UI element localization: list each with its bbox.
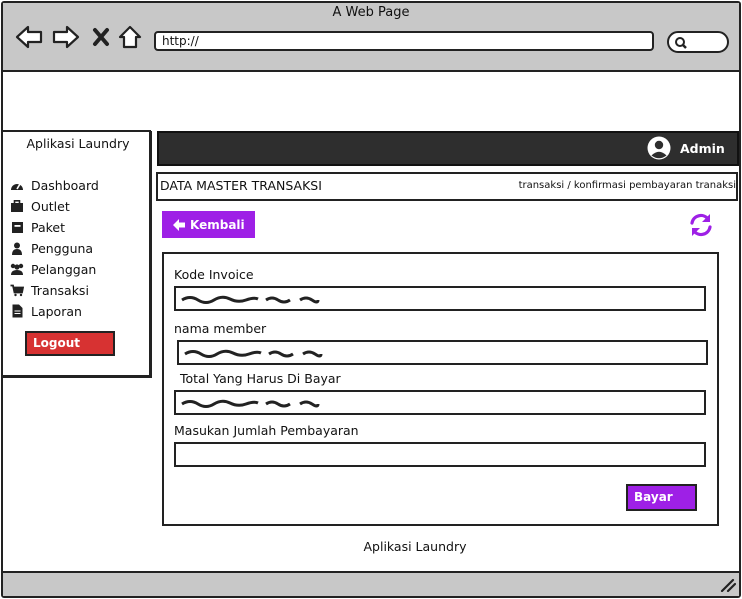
url-input[interactable]: http:// xyxy=(154,31,654,51)
sidebar-item-outlet[interactable]: Outlet xyxy=(9,196,70,216)
sidebar-item-label: Pengguna xyxy=(31,240,94,256)
search-icon xyxy=(674,35,688,54)
home-icon[interactable] xyxy=(117,22,143,52)
pay-button[interactable]: Bayar xyxy=(626,484,697,511)
package-icon xyxy=(9,220,25,234)
sidebar-title: Aplikasi Laundry xyxy=(26,136,130,151)
cart-icon xyxy=(9,283,25,297)
sidebar-item-label: Pelanggan xyxy=(31,261,97,277)
browser-search-field[interactable] xyxy=(667,31,729,53)
total-due-input[interactable] xyxy=(174,390,706,415)
sidebar-item-label: Paket xyxy=(31,219,66,235)
refresh-icon[interactable] xyxy=(688,212,714,238)
invoice-code-label: Kode Invoice xyxy=(174,267,254,282)
scribble-text xyxy=(184,349,323,358)
back-button-label: Kembali xyxy=(190,217,245,232)
sidebar-item-pengguna[interactable]: Pengguna xyxy=(9,238,93,258)
sidebar-item-label: Dashboard xyxy=(31,177,99,193)
breadcrumb: transaksi / konfirmasi pembayaran tranak… xyxy=(518,180,736,191)
window-title: A Web Page xyxy=(332,5,410,20)
sidebar-item-laporan[interactable]: Laporan xyxy=(9,301,82,321)
scribble-text xyxy=(181,295,320,304)
sidebar-item-transaksi[interactable]: Transaksi xyxy=(9,280,89,300)
member-name-label: nama member xyxy=(174,321,267,336)
sidebar-item-label: Outlet xyxy=(31,198,70,214)
sidebar-item-label: Laporan xyxy=(31,303,82,319)
admin-label: Admin xyxy=(680,140,725,156)
browser-status-bar xyxy=(3,571,739,596)
users-icon xyxy=(9,262,25,276)
back-button[interactable]: Kembali xyxy=(162,211,255,238)
sidebar-item-pelanggan[interactable]: Pelanggan xyxy=(9,259,96,279)
forward-arrow-icon[interactable] xyxy=(51,22,81,52)
avatar-icon xyxy=(647,136,671,160)
document-icon xyxy=(9,304,25,318)
sidebar-item-label: Transaksi xyxy=(31,282,89,298)
page-title: DATA MASTER TRANSAKSI xyxy=(160,178,322,193)
resize-grip-icon[interactable] xyxy=(720,577,737,593)
sidebar-item-dashboard[interactable]: Dashboard xyxy=(9,175,99,195)
total-due-label: Total Yang Harus Di Bayar xyxy=(180,371,341,386)
invoice-code-input[interactable] xyxy=(174,286,706,311)
sidebar-item-paket[interactable]: Paket xyxy=(9,217,65,237)
briefcase-icon xyxy=(9,199,25,213)
arrow-left-icon xyxy=(173,218,185,231)
close-icon[interactable] xyxy=(90,22,112,52)
user-icon xyxy=(9,241,25,255)
payment-amount-label: Masukan Jumlah Pembayaran xyxy=(174,423,359,438)
footer-text: Aplikasi Laundry xyxy=(363,539,467,554)
payment-amount-input[interactable] xyxy=(174,442,706,467)
member-name-input[interactable] xyxy=(177,340,708,365)
scribble-text xyxy=(181,399,320,408)
dashboard-icon xyxy=(9,178,25,192)
back-arrow-icon[interactable] xyxy=(14,22,44,52)
sidebar: Aplikasi Laundry Dashboard Outlet Paket … xyxy=(1,130,151,377)
admin-menu[interactable]: Admin xyxy=(647,134,725,162)
logout-button[interactable]: Logout xyxy=(25,331,115,356)
